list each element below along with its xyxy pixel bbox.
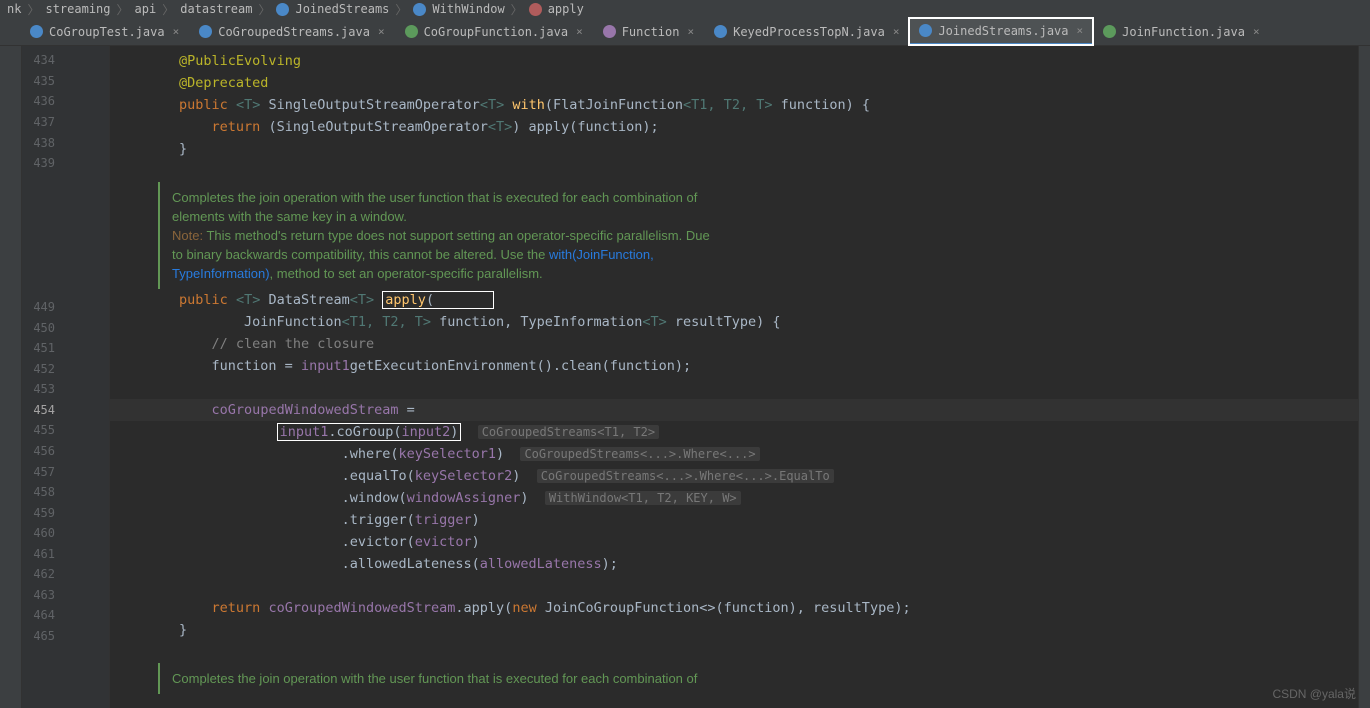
editor-tab[interactable]: CoGroupTest.java × [20, 18, 189, 45]
crumb[interactable]: streaming [45, 2, 110, 16]
line-number[interactable]: 462 [23, 567, 55, 581]
line-number[interactable]: 464 [23, 608, 55, 622]
line-number[interactable]: 465 [23, 629, 55, 643]
class-icon [714, 25, 727, 38]
tab-label: CoGroupedStreams.java [218, 25, 370, 39]
type-hint: WithWindow<T1, T2, KEY, W> [545, 491, 741, 505]
current-line[interactable]: coGroupedWindowedStream = [110, 399, 1358, 421]
line-number[interactable]: 451 [23, 341, 55, 355]
func-icon [603, 25, 616, 38]
annotation: @PublicEvolving [179, 53, 301, 69]
editor-tab[interactable]: CoGroupFunction.java × [395, 18, 593, 45]
close-icon[interactable]: × [893, 25, 900, 38]
line-number[interactable]: 457 [23, 465, 55, 479]
tab-label: Function [622, 25, 680, 39]
line-number[interactable]: 439 [23, 156, 55, 170]
line-number[interactable]: 456 [23, 444, 55, 458]
type-hint: CoGroupedStreams<T1, T2> [478, 425, 659, 439]
crumb[interactable]: JoinedStreams [295, 2, 389, 16]
class-icon [30, 25, 43, 38]
line-number[interactable]: 453 [23, 382, 55, 396]
error-stripe[interactable] [1358, 46, 1370, 708]
tab-label: CoGroupFunction.java [424, 25, 569, 39]
line-number[interactable]: 460 [23, 526, 55, 540]
highlighted-call: input1.coGroup(input2) [277, 423, 462, 441]
crumb[interactable]: apply [548, 2, 584, 16]
method-icon [529, 3, 542, 16]
class-icon [276, 3, 289, 16]
line-number[interactable]: 438 [23, 136, 55, 150]
close-icon[interactable]: × [576, 25, 583, 38]
close-icon[interactable]: × [687, 25, 694, 38]
editor-tab[interactable]: CoGroupedStreams.java × [189, 18, 394, 45]
method-name: with [512, 97, 545, 113]
crumb[interactable]: datastream [180, 2, 252, 16]
line-number[interactable]: 436 [23, 94, 55, 108]
line-number[interactable]: 450 [23, 321, 55, 335]
line-number[interactable]: 454 [23, 403, 55, 417]
line-number[interactable]: 458 [23, 485, 55, 499]
class-icon [199, 25, 212, 38]
line-number[interactable]: 461 [23, 547, 55, 561]
line-number[interactable]: 459 [23, 506, 55, 520]
javadoc-block: Completes the join operation with the us… [158, 182, 1358, 289]
class-icon [413, 3, 426, 16]
editor-tab[interactable]: KeyedProcessTopN.java × [704, 18, 909, 45]
line-number[interactable]: 434 [23, 53, 55, 67]
line-number[interactable]: 463 [23, 588, 55, 602]
editor-tab[interactable]: JoinedStreams.java × [909, 18, 1093, 45]
close-icon[interactable]: × [1077, 24, 1084, 37]
editor-tabs: CoGroupTest.java×CoGroupedStreams.java×C… [0, 18, 1370, 46]
editor-tab[interactable]: JoinFunction.java × [1093, 18, 1269, 45]
comment: // clean the closure [212, 336, 375, 352]
line-number[interactable]: 437 [23, 115, 55, 129]
breadcrumb[interactable]: nk〉 streaming〉 api〉 datastream〉 JoinedSt… [0, 0, 1370, 18]
tab-label: JoinedStreams.java [938, 24, 1068, 38]
tab-label: JoinFunction.java [1122, 25, 1245, 39]
tab-label: KeyedProcessTopN.java [733, 25, 885, 39]
crumb[interactable]: nk [7, 2, 21, 16]
watermark: CSDN @yala说 [1272, 685, 1356, 702]
line-number[interactable]: 455 [23, 423, 55, 437]
editor-tab[interactable]: Function × [593, 18, 704, 45]
class-icon [919, 24, 932, 37]
interface-icon [405, 25, 418, 38]
annotation: @Deprecated [179, 75, 268, 91]
tool-sidebar[interactable] [0, 46, 22, 708]
close-icon[interactable]: × [1253, 25, 1260, 38]
interface-icon [1103, 25, 1116, 38]
code-editor[interactable]: @PublicEvolving @Deprecated public <T> S… [110, 46, 1358, 708]
crumb[interactable]: api [135, 2, 157, 16]
type-hint: CoGroupedStreams<...>.Where<...> [520, 447, 759, 461]
line-number[interactable]: 452 [23, 362, 55, 376]
javadoc-block: Completes the join operation with the us… [158, 663, 1358, 694]
highlighted-method: apply( [382, 291, 494, 309]
line-number[interactable]: 449 [23, 300, 55, 314]
line-number[interactable]: 435 [23, 74, 55, 88]
gutter: 434 435 436 437 438 439 449 450 451 452 453 454 455 4… [22, 46, 110, 708]
close-icon[interactable]: × [378, 25, 385, 38]
crumb[interactable]: WithWindow [432, 2, 504, 16]
close-icon[interactable]: × [173, 25, 180, 38]
type-hint: CoGroupedStreams<...>.Where<...>.EqualTo [537, 469, 834, 483]
tab-label: CoGroupTest.java [49, 25, 165, 39]
